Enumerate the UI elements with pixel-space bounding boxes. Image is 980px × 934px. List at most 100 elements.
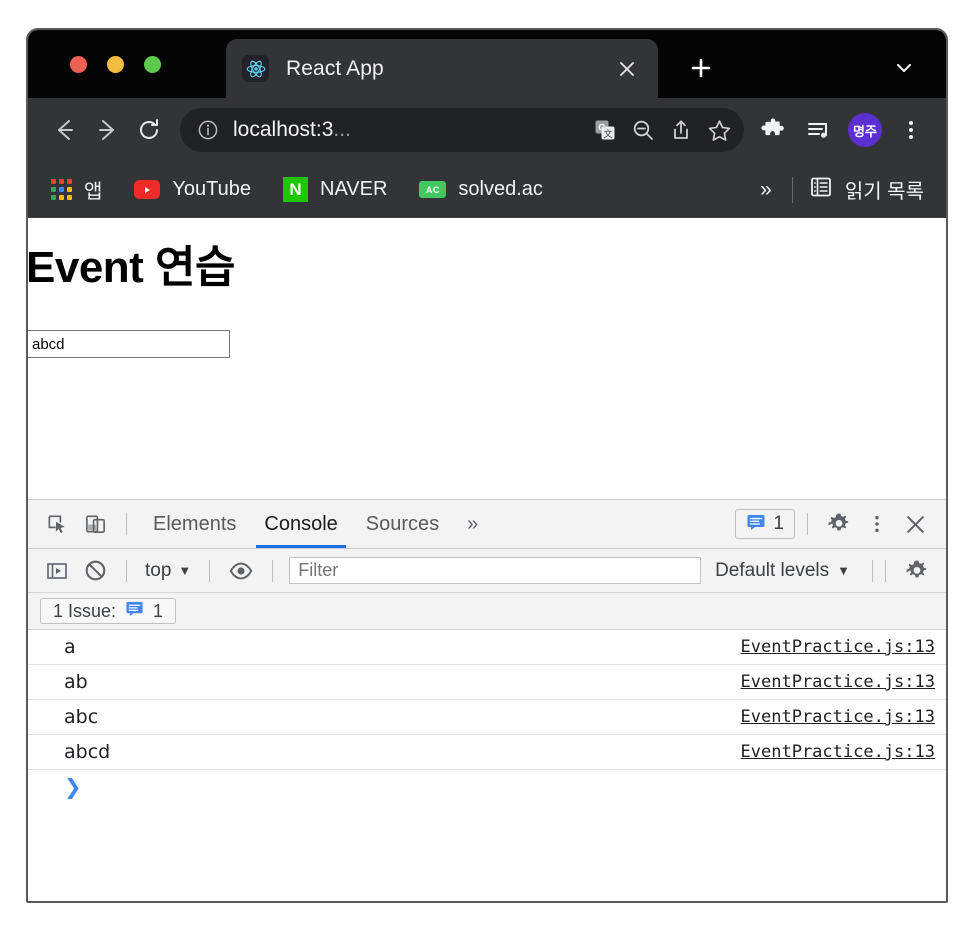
console-source-link[interactable]: EventPractice.js:13 bbox=[741, 672, 935, 692]
maximize-window-button[interactable] bbox=[144, 56, 161, 73]
bookmark-naver[interactable]: N NAVER bbox=[274, 171, 396, 209]
close-tab-button[interactable] bbox=[614, 56, 640, 82]
inspect-element-icon[interactable] bbox=[38, 505, 76, 543]
forward-button[interactable] bbox=[86, 109, 128, 151]
browser-window: React App localhost:3... 文 명주 앱 YouTube … bbox=[26, 28, 948, 903]
react-logo-icon bbox=[242, 55, 269, 82]
issues-chip-button[interactable]: 1 Issue: 1 bbox=[40, 598, 177, 624]
console-context-selector[interactable]: top ▼ bbox=[139, 560, 197, 582]
console-filter-input[interactable] bbox=[289, 557, 702, 584]
console-issues-bar: 1 Issue: 1 bbox=[28, 593, 946, 630]
console-prompt-caret-icon: ❯ bbox=[64, 774, 82, 799]
console-divider-2 bbox=[209, 559, 211, 582]
gear-icon[interactable] bbox=[820, 505, 858, 543]
back-button[interactable] bbox=[44, 109, 86, 151]
issue-message-icon bbox=[746, 512, 766, 537]
address-bar[interactable]: localhost:3... G 文 bbox=[180, 108, 744, 152]
console-log-levels-label: Default levels bbox=[715, 559, 830, 581]
event-text-input[interactable] bbox=[28, 330, 230, 358]
devtools-tab-bar: Elements Console Sources » 1 bbox=[28, 500, 946, 549]
console-message-text: abc bbox=[64, 706, 99, 728]
console-filter-bar: top ▼ Default levels ▼ bbox=[28, 549, 946, 593]
bookmark-apps-label: 앱 bbox=[84, 181, 103, 203]
console-row[interactable]: abcd EventPractice.js:13 bbox=[28, 735, 946, 770]
console-row[interactable]: abc EventPractice.js:13 bbox=[28, 700, 946, 735]
console-source-link[interactable]: EventPractice.js:13 bbox=[741, 637, 935, 657]
reading-list-icon bbox=[809, 175, 833, 204]
devtools-more-options-button[interactable] bbox=[858, 505, 896, 543]
issues-chip-label: 1 Issue: bbox=[53, 600, 117, 621]
bookmark-solvedac[interactable]: AC solved.ac bbox=[410, 171, 552, 209]
issue-message-icon bbox=[125, 599, 144, 623]
close-devtools-button[interactable] bbox=[896, 505, 934, 543]
chevron-down-icon[interactable] bbox=[888, 52, 920, 84]
chevron-down-icon: ▼ bbox=[178, 563, 192, 578]
url-host: localhost:3 bbox=[233, 118, 334, 141]
console-row[interactable]: ab EventPractice.js:13 bbox=[28, 665, 946, 700]
site-info-icon[interactable] bbox=[194, 116, 222, 144]
console-message-list: a EventPractice.js:13 ab EventPractice.j… bbox=[28, 630, 946, 901]
apps-grid-icon bbox=[51, 179, 72, 200]
clear-console-icon[interactable] bbox=[76, 552, 114, 590]
naver-icon: N bbox=[283, 177, 308, 202]
close-window-button[interactable] bbox=[70, 56, 87, 73]
reload-button[interactable] bbox=[128, 109, 170, 151]
media-list-icon[interactable] bbox=[798, 109, 840, 151]
page-title: Event 연습 bbox=[28, 243, 236, 292]
console-message-text: a bbox=[64, 636, 76, 658]
tab-strip: React App bbox=[28, 30, 946, 98]
console-context-label: top bbox=[145, 559, 172, 581]
issues-counter-count: 1 bbox=[773, 513, 784, 534]
devtools-more-tabs-button[interactable]: » bbox=[453, 513, 492, 536]
zoom-out-icon[interactable] bbox=[624, 111, 662, 149]
tab-console[interactable]: Console bbox=[250, 500, 351, 548]
bookmarks-overflow-button[interactable]: » bbox=[746, 178, 786, 202]
console-source-link[interactable]: EventPractice.js:13 bbox=[741, 742, 935, 762]
youtube-icon bbox=[134, 180, 161, 199]
console-settings-gear-icon[interactable] bbox=[898, 552, 936, 590]
live-expression-icon[interactable] bbox=[222, 552, 260, 590]
issues-counter-button[interactable]: 1 bbox=[735, 509, 795, 539]
new-tab-button[interactable] bbox=[683, 50, 719, 86]
extensions-puzzle-icon[interactable] bbox=[752, 109, 794, 151]
window-traffic-lights bbox=[70, 56, 161, 73]
bookmark-youtube-label: YouTube bbox=[172, 178, 251, 200]
reading-list-button[interactable]: 읽기 목록 bbox=[799, 175, 932, 204]
console-prompt-row[interactable]: ❯ bbox=[28, 770, 946, 804]
navigation-toolbar: localhost:3... G 文 bbox=[28, 98, 946, 162]
issues-chip-count: 1 bbox=[153, 600, 164, 621]
tab-sources[interactable]: Sources bbox=[352, 500, 453, 548]
console-divider-5 bbox=[885, 559, 886, 582]
console-row[interactable]: a EventPractice.js:13 bbox=[28, 630, 946, 665]
bookmark-apps[interactable]: 앱 bbox=[42, 171, 111, 209]
bookmark-youtube[interactable]: YouTube bbox=[125, 171, 260, 209]
console-divider-1 bbox=[126, 559, 127, 582]
chevron-down-icon: ▼ bbox=[837, 563, 850, 578]
browser-tab-react-app[interactable]: React App bbox=[226, 39, 658, 98]
tab-elements[interactable]: Elements bbox=[139, 500, 250, 548]
console-message-text: abcd bbox=[64, 741, 111, 763]
device-toolbar-icon[interactable] bbox=[76, 505, 114, 543]
console-message-text: ab bbox=[64, 671, 88, 693]
devtools-toolbar-divider bbox=[126, 513, 127, 535]
profile-avatar[interactable]: 명주 bbox=[848, 113, 882, 147]
console-divider-3 bbox=[272, 559, 274, 582]
solvedac-icon: AC bbox=[419, 181, 447, 198]
console-divider-4 bbox=[872, 559, 873, 582]
url-truncation: ... bbox=[333, 118, 351, 141]
bookmark-solvedac-label: solved.ac bbox=[458, 178, 543, 200]
console-sidebar-icon[interactable] bbox=[38, 552, 76, 590]
console-source-link[interactable]: EventPractice.js:13 bbox=[741, 707, 935, 727]
devtools-panel: Elements Console Sources » 1 top ▼ Filte… bbox=[28, 499, 946, 901]
translate-icon[interactable]: G 文 bbox=[586, 111, 624, 149]
share-icon[interactable] bbox=[662, 111, 700, 149]
devtools-right-divider bbox=[807, 513, 808, 535]
bookmarks-divider bbox=[791, 176, 793, 203]
browser-tab-title: React App bbox=[286, 56, 384, 80]
address-bar-url: localhost:3... bbox=[233, 118, 586, 142]
reading-list-label: 읽기 목록 bbox=[844, 181, 924, 203]
minimize-window-button[interactable] bbox=[107, 56, 124, 73]
chrome-menu-button[interactable] bbox=[890, 109, 932, 151]
console-log-levels-selector[interactable]: Default levels ▼ bbox=[705, 560, 860, 582]
bookmark-star-icon[interactable] bbox=[700, 111, 738, 149]
